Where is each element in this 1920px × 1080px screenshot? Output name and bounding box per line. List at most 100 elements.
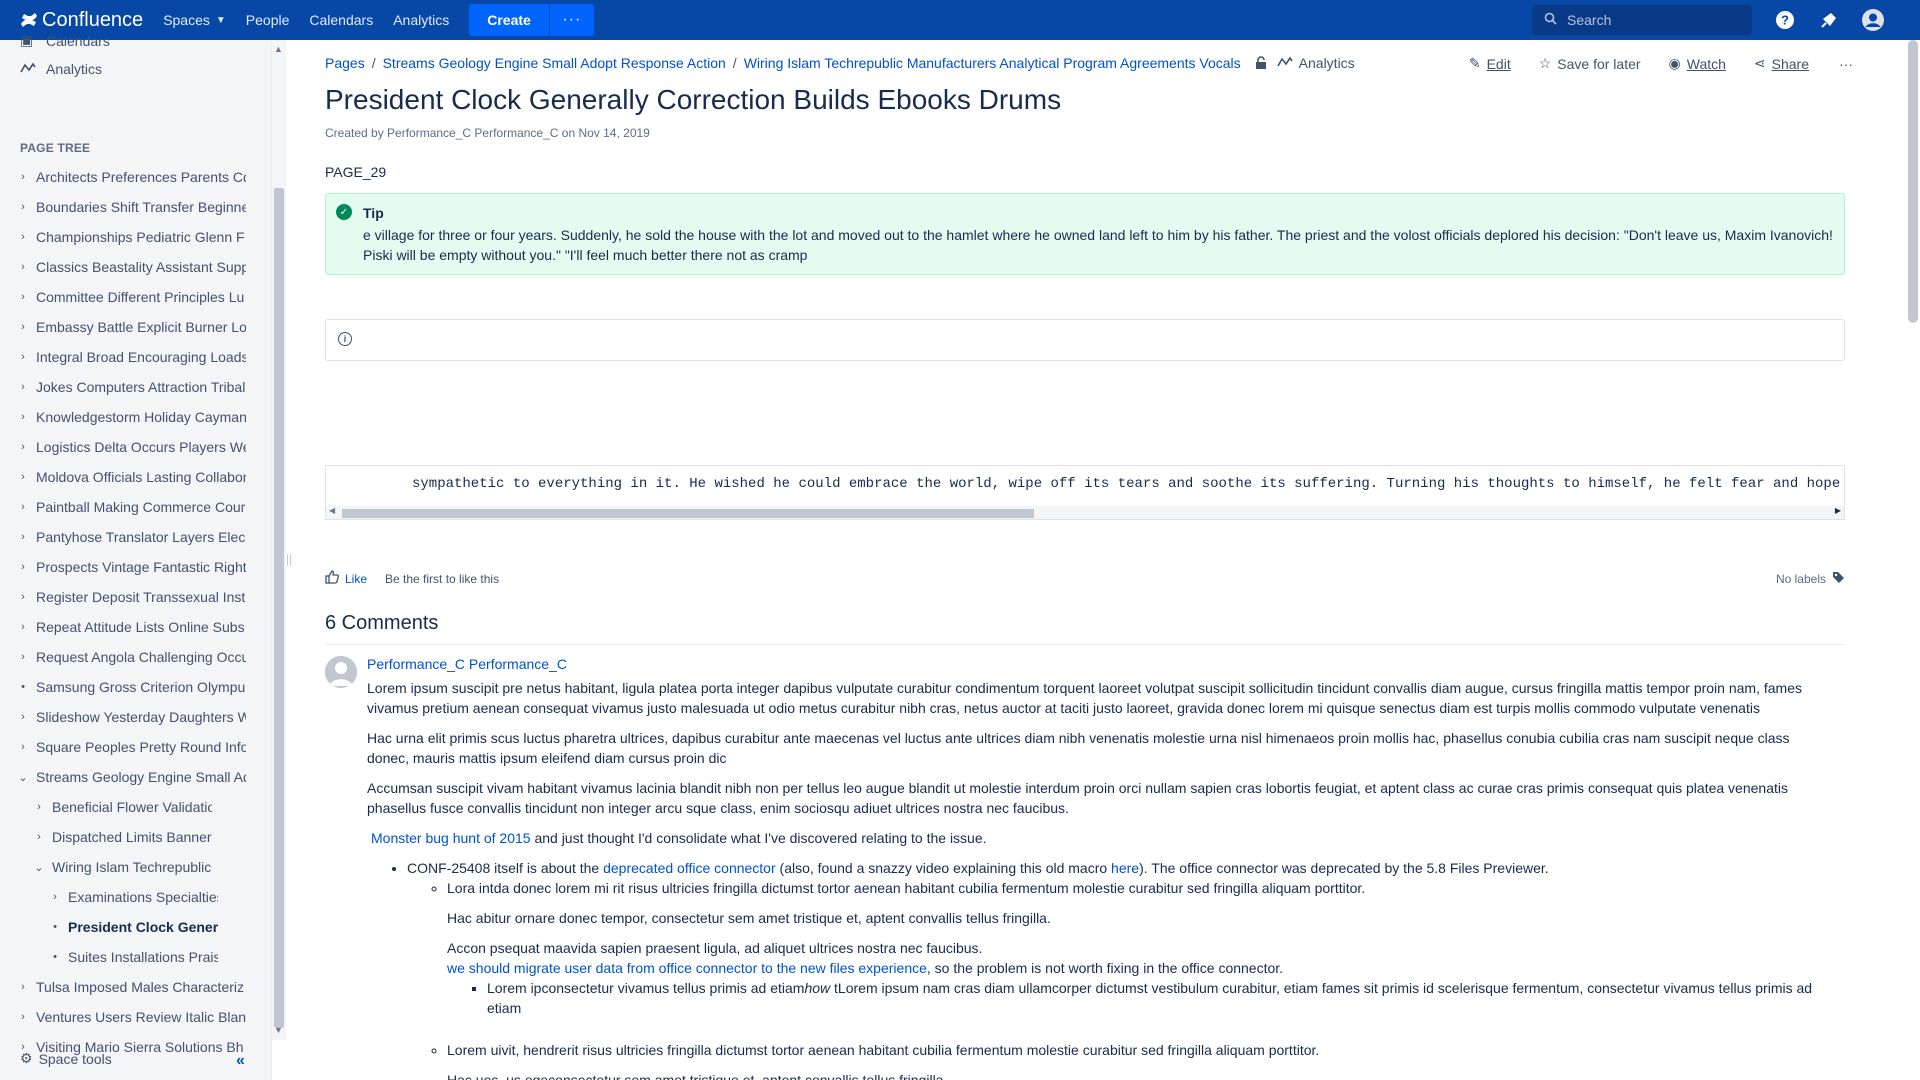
chevron-right-icon[interactable]: ›	[16, 711, 30, 723]
sidebar-item-calendars[interactable]: ▣ Calendars	[20, 32, 110, 49]
tree-item[interactable]: › Logistics Delta Occurs Players We	[0, 432, 250, 462]
tree-item[interactable]: • Samsung Gross Criterion Olympu	[0, 672, 250, 702]
breadcrumb-pages[interactable]: Pages	[325, 55, 365, 71]
sidebar-item-analytics[interactable]: Analytics	[20, 61, 102, 77]
chevron-right-icon[interactable]: ›	[16, 591, 30, 603]
tree-item[interactable]: • President Clock Generally C	[0, 912, 250, 942]
page-analytics-link[interactable]: Analytics	[1276, 55, 1355, 71]
tree-item[interactable]: › Register Deposit Transsexual Inst	[0, 582, 250, 612]
tree-item[interactable]: › Integral Broad Encouraging Loads	[0, 342, 250, 372]
create-button[interactable]: Create	[469, 4, 549, 36]
chevron-right-icon[interactable]: ›	[16, 441, 30, 453]
share-button[interactable]: ⋖ Share	[1754, 55, 1809, 72]
chevron-right-icon[interactable]: ›	[48, 891, 62, 903]
chevron-right-icon[interactable]: ›	[16, 351, 30, 363]
tree-item[interactable]: › Committee Different Principles Lu	[0, 282, 250, 312]
chevron-down-icon[interactable]: ⌄	[32, 861, 46, 874]
edit-button[interactable]: ✎ Edit	[1469, 55, 1511, 72]
chevron-right-icon[interactable]: ›	[16, 231, 30, 243]
chevron-right-icon[interactable]: ›	[16, 1011, 30, 1023]
scroll-left-icon[interactable]: ◀	[329, 506, 335, 515]
collapse-sidebar-icon[interactable]: «	[236, 1052, 245, 1070]
comment-avatar[interactable]	[325, 656, 357, 688]
tree-item[interactable]: • Suites Installations Praise Sh	[0, 942, 250, 972]
restrictions-icon[interactable]	[1255, 56, 1267, 70]
deprecated-office-connector-link[interactable]: deprecated office connector	[603, 860, 776, 876]
tree-item[interactable]: › Tulsa Imposed Males Characteriz	[0, 972, 250, 1002]
here-link[interactable]: here	[1111, 860, 1139, 876]
tree-item[interactable]: › Paintball Making Commerce Cour	[0, 492, 250, 522]
labels-area[interactable]: No labels	[1776, 571, 1845, 587]
chevron-right-icon[interactable]: ›	[16, 651, 30, 663]
chevron-right-icon[interactable]: ›	[32, 801, 46, 813]
chevron-right-icon[interactable]: ›	[16, 531, 30, 543]
chevron-down-icon[interactable]: ⌄	[16, 771, 30, 784]
tree-item[interactable]: › Slideshow Yesterday Daughters W	[0, 702, 250, 732]
notifications-icon[interactable]	[1814, 0, 1844, 40]
chevron-right-icon[interactable]: ›	[16, 201, 30, 213]
tree-item[interactable]: › Classics Beastality Assistant Supp	[0, 252, 250, 282]
scroll-up-icon[interactable]: ▲	[274, 44, 283, 54]
chevron-right-icon[interactable]: ›	[16, 561, 30, 573]
tree-item[interactable]: › Prospects Vintage Fantastic Right	[0, 552, 250, 582]
user-avatar[interactable]	[1858, 0, 1888, 40]
chevron-right-icon[interactable]: ›	[16, 411, 30, 423]
tree-item[interactable]: ⌄ Wiring Islam Techrepublic Manu	[0, 852, 250, 882]
chevron-right-icon[interactable]: ›	[16, 471, 30, 483]
more-actions-button[interactable]: ···	[1839, 56, 1853, 72]
tree-item[interactable]: › Moldova Officials Lasting Collabor	[0, 462, 250, 492]
nav-analytics[interactable]: Analytics	[393, 12, 449, 28]
nav-people[interactable]: People	[246, 12, 290, 28]
space-tools-button[interactable]: ⚙ Space tools	[20, 1050, 112, 1067]
chevron-right-icon[interactable]: ›	[16, 501, 30, 513]
tree-item[interactable]: › Championships Pediatric Glenn F	[0, 222, 250, 252]
tree-item[interactable]: › Ventures Users Review Italic Blan	[0, 1002, 250, 1032]
code-scrollbar-thumb[interactable]	[342, 509, 1034, 518]
chevron-right-icon[interactable]: ›	[16, 291, 30, 303]
comment-author-link[interactable]: Performance_C Performance_C	[367, 656, 567, 672]
chevron-right-icon[interactable]: ›	[16, 381, 30, 393]
sidebar-scrollbar-thumb[interactable]	[274, 188, 284, 1028]
help-icon[interactable]: ?	[1770, 0, 1800, 40]
tree-item[interactable]: › Beneficial Flower Validation Pho	[0, 792, 250, 822]
chevron-right-icon[interactable]: ›	[16, 171, 30, 183]
search-input[interactable]: Search	[1532, 5, 1752, 35]
code-horizontal-scrollbar[interactable]: ◀ ▶	[326, 506, 1844, 519]
tree-item[interactable]: › Knowledgestorm Holiday Cayman	[0, 402, 250, 432]
tree-item[interactable]: › Dispatched Limits Banners Sub	[0, 822, 250, 852]
comment-paragraph: Hac ues, us egeconsectetur sem amet tris…	[447, 1072, 948, 1080]
scroll-right-icon[interactable]: ▶	[1835, 506, 1841, 515]
sidebar-scrollbar[interactable]: ▲ ▼	[272, 40, 286, 1040]
tree-item[interactable]: › Boundaries Shift Transfer Beginne	[0, 192, 250, 222]
chevron-right-icon[interactable]: ›	[16, 981, 30, 993]
bug-hunt-link[interactable]: Monster bug hunt of 2015	[371, 830, 531, 846]
chevron-right-icon[interactable]: ›	[32, 831, 46, 843]
chevron-right-icon[interactable]: ›	[16, 261, 30, 273]
nav-spaces[interactable]: Spaces ▼	[163, 12, 226, 28]
chevron-right-icon[interactable]: ›	[16, 321, 30, 333]
confluence-logo[interactable]: Confluence	[20, 9, 143, 32]
chevron-right-icon[interactable]: ›	[16, 621, 30, 633]
tree-item[interactable]: ⌄ Streams Geology Engine Small Ad	[0, 762, 250, 792]
nav-calendars[interactable]: Calendars	[309, 12, 373, 28]
like-button[interactable]: Like	[325, 570, 367, 587]
tree-item[interactable]: › Square Peoples Pretty Round Info	[0, 732, 250, 762]
migrate-user-data-link[interactable]: we should migrate user data from office …	[447, 960, 927, 976]
create-more-button[interactable]: ···	[549, 4, 594, 36]
tree-item[interactable]: › Architects Preferences Parents Cd	[0, 162, 250, 192]
breadcrumb-parent-1[interactable]: Streams Geology Engine Small Adopt Respo…	[383, 55, 726, 71]
chevron-right-icon[interactable]: ›	[16, 741, 30, 753]
page-scrollbar-thumb[interactable]	[1908, 40, 1918, 323]
tree-item[interactable]: › Examinations Specialties Geo	[0, 882, 250, 912]
watch-button[interactable]: ◉ Watch	[1669, 55, 1726, 72]
breadcrumb-parent-2[interactable]: Wiring Islam Techrepublic Manufacturers …	[744, 55, 1241, 71]
sidebar-resize-handle[interactable]: ||	[286, 552, 292, 566]
tree-item[interactable]: › Pantyhose Translator Layers Elec	[0, 522, 250, 552]
page-scrollbar[interactable]	[1905, 40, 1920, 1080]
tree-item[interactable]: › Jokes Computers Attraction Tribal	[0, 372, 250, 402]
tree-item[interactable]: › Repeat Attitude Lists Online Subs	[0, 612, 250, 642]
tree-item[interactable]: › Request Angola Challenging Occu	[0, 642, 250, 672]
tree-item[interactable]: › Embassy Battle Explicit Burner Lo	[0, 312, 250, 342]
save-for-later-button[interactable]: ☆ Save for later	[1539, 55, 1641, 72]
scroll-down-icon[interactable]: ▼	[274, 1025, 283, 1035]
